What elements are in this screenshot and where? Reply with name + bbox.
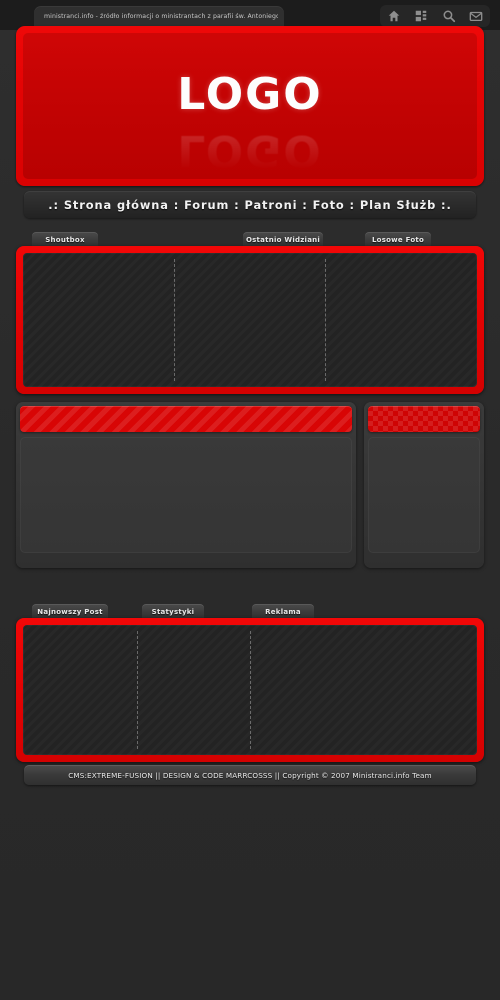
mid-side-panel <box>364 402 484 568</box>
mid-side-header <box>368 406 480 432</box>
browser-tab[interactable]: ministranci.info - źródło informacji o m… <box>34 6 284 28</box>
column-divider <box>136 631 138 749</box>
nav-links-text[interactable]: .: Strona główna : Forum : Patroni : Fot… <box>48 198 451 212</box>
site-footer: CMS:EXTREME-FUSION || DESIGN & CODE MARR… <box>24 765 476 785</box>
site-logo-banner[interactable]: LOGO LOGO <box>16 26 484 186</box>
home-icon[interactable] <box>387 9 401 23</box>
column-divider <box>250 631 251 749</box>
mid-side-body <box>368 437 480 553</box>
top-content-panel <box>16 246 484 394</box>
logo-reflection: LOGO <box>177 125 323 176</box>
mid-main-body <box>20 437 352 553</box>
mid-main-header <box>20 406 352 432</box>
browser-tab-title: ministranci.info - źródło informacji o m… <box>44 13 278 20</box>
page-root: ministranci.info - źródło informacji o m… <box>0 0 500 1000</box>
logo-banner-inner: LOGO LOGO <box>23 33 477 179</box>
bottom-panel-body <box>23 625 477 755</box>
top-panel-body <box>23 253 477 387</box>
footer-credits: CMS:EXTREME-FUSION || DESIGN & CODE MARR… <box>68 770 432 780</box>
column-divider <box>325 259 327 381</box>
sitemap-icon[interactable] <box>414 9 428 23</box>
bottom-content-panel <box>16 618 484 762</box>
main-navigation[interactable]: .: Strona główna : Forum : Patroni : Fot… <box>24 191 476 218</box>
column-divider <box>174 259 176 381</box>
search-icon[interactable] <box>442 9 456 23</box>
mid-main-panel <box>16 402 356 568</box>
browser-toolbar-icons <box>380 5 490 27</box>
logo-text: LOGO <box>177 69 323 120</box>
mail-icon[interactable] <box>469 9 483 23</box>
